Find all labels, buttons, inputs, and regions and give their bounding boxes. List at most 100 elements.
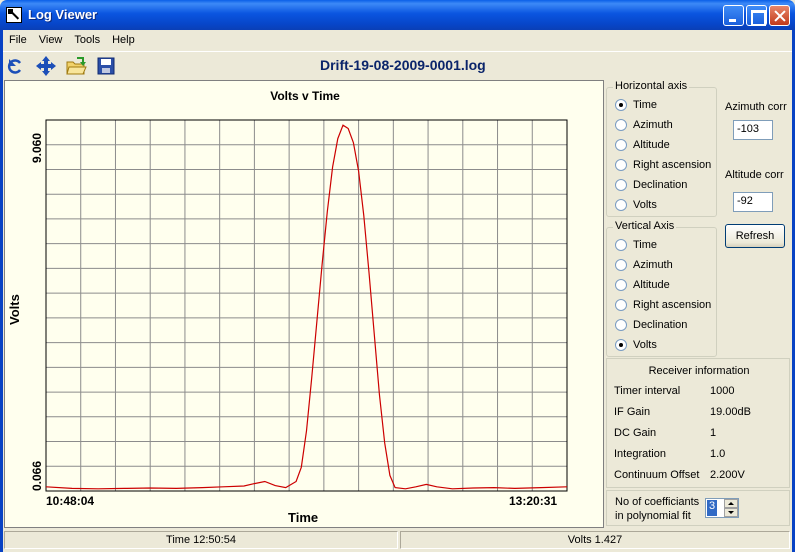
radio-button[interactable] bbox=[615, 279, 627, 291]
v-radio-right-ascension[interactable]: Right ascension bbox=[615, 297, 711, 313]
y-tick-label-max: 9.060 bbox=[30, 133, 44, 163]
radio-button[interactable] bbox=[615, 199, 627, 211]
receiver-label: IF Gain bbox=[614, 406, 651, 418]
radio-label: Time bbox=[633, 239, 658, 251]
x-tick-label-end: 13:20:31 bbox=[509, 494, 557, 508]
h-radio-altitude[interactable]: Altitude bbox=[615, 137, 670, 153]
close-button[interactable] bbox=[769, 5, 790, 26]
y-tick-label-min: 0.066 bbox=[30, 461, 44, 491]
menu-bar: File View Tools Help bbox=[3, 30, 792, 50]
status-time: Time 12:50:54 bbox=[4, 531, 398, 549]
receiver-label: Continuum Offset bbox=[614, 469, 700, 481]
chart-grid bbox=[46, 120, 567, 491]
coefficients-label-line1: No of coefficiants bbox=[615, 496, 700, 508]
app-icon bbox=[6, 7, 22, 23]
radio-label: Time bbox=[633, 99, 658, 111]
menu-file[interactable]: File bbox=[9, 34, 27, 46]
receiver-row-if-gain: IF Gain 19.00dB bbox=[614, 406, 789, 422]
coefficients-value[interactable]: 3 bbox=[707, 500, 717, 516]
radio-button[interactable] bbox=[615, 239, 627, 251]
v-radio-time[interactable]: Time bbox=[615, 237, 657, 253]
pan-icon[interactable] bbox=[35, 55, 57, 77]
file-title: Drift-19-08-2009-0001.log bbox=[320, 57, 486, 73]
radio-button[interactable] bbox=[615, 179, 627, 191]
radio-label: Volts bbox=[633, 199, 657, 211]
x-tick-label-start: 10:48:04 bbox=[46, 494, 94, 508]
receiver-label: Integration bbox=[614, 448, 666, 460]
chart-panel: Volts v Time 0.066 9.060 Volts 10:48:04 … bbox=[4, 80, 604, 528]
radio-button[interactable] bbox=[615, 119, 627, 131]
receiver-value: 2.200V bbox=[710, 469, 745, 481]
spinner-buttons bbox=[724, 499, 738, 517]
radio-button[interactable] bbox=[615, 339, 627, 351]
spinner-down-arrow-icon[interactable] bbox=[724, 508, 738, 517]
menu-view[interactable]: View bbox=[39, 34, 63, 46]
azimuth-corr-input[interactable]: -103 bbox=[733, 120, 773, 140]
azimuth-corr-label: Azimuth corr bbox=[725, 101, 787, 113]
radio-label: Azimuth bbox=[633, 119, 673, 131]
receiver-label: Timer interval bbox=[614, 385, 681, 397]
coefficients-spinner[interactable]: 3 bbox=[705, 498, 739, 518]
coefficients-label-line2: in polynomial fit bbox=[615, 510, 691, 522]
plot-area bbox=[45, 119, 568, 492]
x-axis-label: Time bbox=[288, 510, 318, 525]
vertical-axis-group: Vertical Axis Time Azimuth Altitude Righ… bbox=[606, 220, 717, 357]
menu-tools[interactable]: Tools bbox=[74, 34, 100, 46]
receiver-row-timer: Timer interval 1000 bbox=[614, 385, 789, 401]
horizontal-axis-group: Horizontal axis Time Azimuth Altitude Ri… bbox=[606, 80, 717, 217]
receiver-label: DC Gain bbox=[614, 427, 657, 439]
radio-button[interactable] bbox=[615, 159, 627, 171]
maximize-button[interactable] bbox=[746, 5, 767, 26]
refresh-icon[interactable] bbox=[5, 55, 27, 77]
radio-button[interactable] bbox=[615, 99, 627, 111]
receiver-info-panel: Receiver information Timer interval 1000… bbox=[606, 358, 790, 488]
radio-label: Right ascension bbox=[633, 159, 712, 171]
radio-label: Declination bbox=[633, 319, 688, 331]
h-radio-declination[interactable]: Declination bbox=[615, 177, 687, 193]
altitude-corr-label: Altitude corr bbox=[725, 169, 784, 181]
receiver-value: 19.00dB bbox=[710, 406, 751, 418]
v-radio-azimuth[interactable]: Azimuth bbox=[615, 257, 673, 273]
radio-button[interactable] bbox=[615, 259, 627, 271]
radio-button[interactable] bbox=[615, 299, 627, 311]
refresh-button[interactable]: Refresh bbox=[725, 224, 785, 248]
radio-button[interactable] bbox=[615, 139, 627, 151]
radio-label: Volts bbox=[633, 339, 657, 351]
menu-help[interactable]: Help bbox=[112, 34, 135, 46]
receiver-row-dc-gain: DC Gain 1 bbox=[614, 427, 789, 443]
status-bar: Time 12:50:54 Volts 1.427 bbox=[3, 530, 792, 550]
radio-button[interactable] bbox=[615, 319, 627, 331]
receiver-row-continuum-offset: Continuum Offset 2.200V bbox=[614, 469, 789, 485]
radio-label: Altitude bbox=[633, 139, 670, 151]
spinner-up-arrow-icon[interactable] bbox=[724, 499, 738, 508]
open-folder-icon[interactable] bbox=[65, 55, 87, 77]
h-radio-azimuth[interactable]: Azimuth bbox=[615, 117, 673, 133]
h-radio-time[interactable]: Time bbox=[615, 97, 657, 113]
radio-label: Right ascension bbox=[633, 299, 712, 311]
minimize-button[interactable] bbox=[723, 5, 744, 26]
save-icon[interactable] bbox=[95, 55, 117, 77]
radio-label: Altitude bbox=[633, 279, 670, 291]
title-bar: Log Viewer bbox=[0, 0, 795, 30]
v-radio-altitude[interactable]: Altitude bbox=[615, 277, 670, 293]
radio-label: Declination bbox=[633, 179, 688, 191]
horizontal-axis-legend: Horizontal axis bbox=[613, 80, 690, 92]
receiver-value: 1.0 bbox=[710, 448, 726, 460]
y-axis-label: Volts bbox=[7, 294, 22, 325]
v-radio-declination[interactable]: Declination bbox=[615, 317, 687, 333]
vertical-axis-legend: Vertical Axis bbox=[613, 220, 677, 232]
h-radio-volts[interactable]: Volts bbox=[615, 197, 657, 213]
receiver-info-title: Receiver information bbox=[648, 365, 750, 377]
radio-label: Azimuth bbox=[633, 259, 673, 271]
window-title: Log Viewer bbox=[28, 7, 98, 22]
h-radio-right-ascension[interactable]: Right ascension bbox=[615, 157, 711, 173]
coefficients-panel: No of coefficiants in polynomial fit bbox=[606, 490, 790, 526]
volts-time-chart[interactable]: 0.066 9.060 Volts 10:48:04 13:20:31 Time bbox=[5, 81, 605, 529]
status-volts: Volts 1.427 bbox=[400, 531, 790, 549]
altitude-corr-input[interactable]: -92 bbox=[733, 192, 773, 212]
receiver-value: 1 bbox=[710, 427, 717, 439]
v-radio-volts[interactable]: Volts bbox=[615, 337, 657, 353]
receiver-row-integration: Integration 1.0 bbox=[614, 448, 789, 464]
series-line bbox=[45, 124, 568, 490]
window-frame-left bbox=[0, 30, 3, 552]
